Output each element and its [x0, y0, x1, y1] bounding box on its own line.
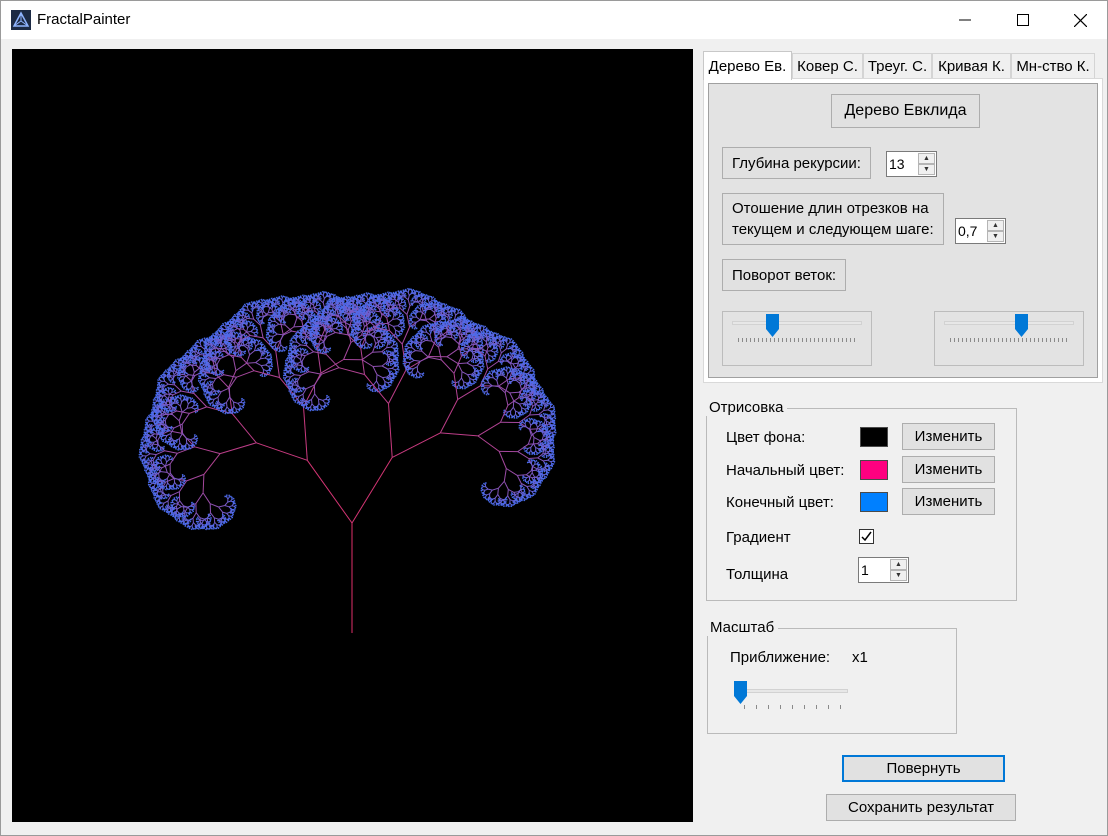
thickness-label: Толщина	[726, 566, 789, 583]
gradient-label: Градиент	[726, 529, 791, 546]
minimize-icon	[959, 19, 971, 21]
drawing-group-title: Отрисовка	[705, 399, 788, 416]
thickness-spinner[interactable]: 1 ▲ ▼	[858, 557, 909, 583]
zoom-value: x1	[852, 649, 868, 666]
depth-value: 13	[889, 156, 905, 172]
slider-ticks	[738, 338, 856, 342]
change-start-color-button[interactable]: Изменить	[902, 456, 995, 483]
ratio-spinner[interactable]: 0,7 ▲ ▼	[955, 218, 1006, 244]
thickness-up-button[interactable]: ▲	[890, 559, 907, 570]
arrow-up-icon: ▲	[895, 561, 902, 568]
slider-track	[732, 321, 862, 325]
slider-track	[944, 321, 1074, 325]
depth-up-button[interactable]: ▲	[918, 153, 935, 164]
fractal-app-icon	[11, 10, 31, 30]
ratio-up-button[interactable]: ▲	[987, 220, 1004, 231]
slider-track	[738, 689, 848, 693]
zoom-slider[interactable]	[734, 677, 850, 713]
tab-koch-curve[interactable]: Кривая К.	[932, 53, 1011, 79]
maximize-button[interactable]	[994, 1, 1052, 39]
title-bar[interactable]: FractalPainter	[1, 1, 1107, 39]
start-color-swatch	[860, 460, 888, 480]
depth-label: Глубина рекурсии:	[722, 147, 871, 179]
ratio-label: Отошение длин отрезков на текущем и след…	[722, 193, 944, 245]
ratio-value: 0,7	[958, 223, 978, 239]
slider-ticks	[950, 338, 1068, 342]
arrow-up-icon: ▲	[923, 155, 930, 162]
bg-color-label: Цвет фона:	[726, 429, 806, 446]
tab-panel-euclid-tree: Дерево Евклида Глубина рекурсии: 13 ▲ ▼ …	[703, 78, 1103, 383]
depth-down-button[interactable]: ▼	[918, 164, 935, 175]
arrow-down-icon: ▼	[923, 166, 930, 173]
rotation-label: Поворот веток:	[722, 259, 847, 291]
fractal-tree-drawing	[138, 287, 557, 633]
change-bg-color-button[interactable]: Изменить	[902, 423, 995, 450]
depth-spinner[interactable]: 13 ▲ ▼	[886, 151, 937, 177]
tab-sierpinski-triangle[interactable]: Треуг. С.	[863, 53, 932, 79]
maximize-icon	[1017, 14, 1029, 26]
arrow-down-icon: ▼	[895, 572, 902, 579]
ratio-label-line1: Отошение длин отрезков на	[732, 200, 929, 217]
arrow-down-icon: ▼	[992, 233, 999, 240]
tab-cantor-set[interactable]: Мн-ство К.	[1011, 53, 1095, 79]
save-result-button[interactable]: Сохранить результат	[826, 794, 1016, 821]
tab-euclid-tree[interactable]: Дерево Ев.	[703, 51, 792, 80]
tab-sierpinski-carpet[interactable]: Ковер С.	[792, 53, 863, 79]
rotation-left-slider[interactable]	[722, 311, 872, 366]
start-color-label: Начальный цвет:	[726, 462, 845, 479]
slider-thumb[interactable]	[765, 314, 779, 337]
slider-thumb[interactable]	[1015, 314, 1029, 337]
tree-settings-panel: Дерево Евклида Глубина рекурсии: 13 ▲ ▼ …	[708, 83, 1098, 378]
slider-thumb[interactable]	[734, 681, 747, 704]
thickness-value: 1	[861, 562, 869, 578]
change-end-color-button[interactable]: Изменить	[902, 488, 995, 515]
minimize-button[interactable]	[936, 1, 994, 39]
ratio-down-button[interactable]: ▼	[987, 231, 1004, 242]
thickness-down-button[interactable]: ▼	[890, 570, 907, 581]
gradient-checkbox[interactable]	[859, 529, 874, 544]
drawing-group: Отрисовка Цвет фона: Изменить Начальный …	[705, 399, 1017, 601]
end-color-label: Конечный цвет:	[726, 494, 834, 511]
ratio-label-line2: текущем и следующем шаге:	[732, 221, 934, 238]
fractal-canvas[interactable]	[12, 49, 693, 822]
close-button[interactable]	[1051, 1, 1108, 39]
rotation-right-slider[interactable]	[934, 311, 1084, 366]
window-title: FractalPainter	[37, 11, 131, 28]
bg-color-swatch	[860, 427, 888, 447]
close-icon	[1073, 13, 1087, 27]
scale-group-title: Масштаб	[706, 619, 779, 636]
scale-group: Масштаб Приближение: x1	[706, 619, 957, 734]
slider-ticks	[744, 705, 844, 709]
rotate-button[interactable]: Повернуть	[842, 755, 1005, 782]
zoom-label: Приближение:	[730, 649, 831, 666]
arrow-up-icon: ▲	[992, 222, 999, 229]
checkmark-icon	[861, 531, 872, 542]
end-color-swatch	[860, 492, 888, 512]
euclid-tree-button[interactable]: Дерево Евклида	[831, 94, 980, 128]
app-window: FractalPainter Дерево Ев. Ковер С. Треуг…	[0, 0, 1108, 836]
